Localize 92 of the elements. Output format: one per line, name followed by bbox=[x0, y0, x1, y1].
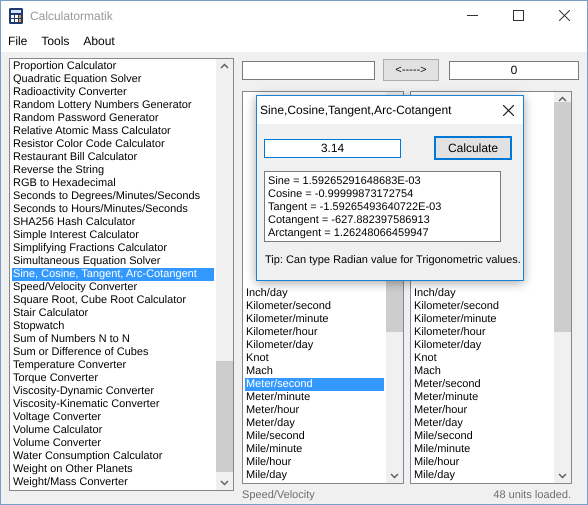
list-item[interactable]: Meter/minute bbox=[245, 391, 384, 404]
list-item[interactable]: Knot bbox=[245, 352, 384, 365]
scrollbar[interactable] bbox=[216, 59, 233, 490]
close-icon bbox=[558, 10, 570, 21]
menu-item[interactable]: Tools bbox=[41, 34, 70, 48]
list-item[interactable]: Torque Converter bbox=[12, 372, 214, 385]
result-field[interactable]: 0 bbox=[449, 60, 579, 80]
list-item[interactable]: Water Consumption Calculator bbox=[12, 450, 214, 463]
close-icon bbox=[502, 104, 514, 116]
list-item[interactable]: Mile/second bbox=[245, 430, 384, 443]
list-item[interactable]: Meter/hour bbox=[413, 404, 552, 417]
list-item[interactable]: Viscosity-Kinematic Converter bbox=[12, 398, 214, 411]
result-line: Cosine = -0.99999873172754 bbox=[268, 188, 414, 201]
list-item[interactable]: Mile/minute bbox=[245, 443, 384, 456]
list-item[interactable]: Simplifying Fractions Calculator bbox=[12, 242, 214, 255]
list-item[interactable]: Volume Calculator bbox=[12, 424, 214, 437]
list-item[interactable]: Mile/minute bbox=[413, 443, 552, 456]
list-item[interactable]: SHA256 Hash Calculator bbox=[12, 216, 214, 229]
result-line: Arctangent = 1.26248066459947 bbox=[268, 227, 430, 240]
list-item[interactable]: Mile/day bbox=[245, 469, 384, 482]
list-item[interactable]: Kilometer/day bbox=[413, 339, 552, 352]
list-item[interactable]: Sum of Numbers N to N bbox=[12, 333, 214, 346]
swap-button[interactable]: <-----> bbox=[383, 59, 439, 81]
list-item[interactable]: Meter/minute bbox=[413, 391, 552, 404]
list-item[interactable]: Kilometer/minute bbox=[413, 313, 552, 326]
list-item[interactable]: Mile/day bbox=[413, 469, 552, 482]
list-item[interactable]: Restaurant Bill Calculator bbox=[12, 151, 214, 164]
result-line: Sine = 1.59265291648683E-03 bbox=[268, 175, 422, 188]
maximize-icon bbox=[512, 10, 524, 21]
scroll-up-icon[interactable] bbox=[220, 63, 229, 69]
list-item[interactable]: Mach bbox=[413, 365, 552, 378]
list-item[interactable]: Seconds to Degrees/Minutes/Seconds bbox=[12, 190, 214, 203]
scroll-up-icon[interactable] bbox=[558, 96, 567, 102]
result-line: Cotangent = -627.882397586913 bbox=[268, 214, 431, 227]
list-item[interactable]: Mach bbox=[245, 365, 384, 378]
list-item[interactable]: Resistor Color Code Calculator bbox=[12, 138, 214, 151]
dialog-title: Sine,Cosine,Tangent,Arc-Cotangent bbox=[260, 103, 452, 117]
list-item[interactable]: Volume Converter bbox=[12, 437, 214, 450]
status-category: Speed/Velocity bbox=[242, 489, 315, 501]
list-item[interactable]: Square Root, Cube Root Calculator bbox=[12, 294, 214, 307]
list-item[interactable]: Inch/day bbox=[245, 287, 384, 300]
list-item[interactable]: Random Lottery Numbers Generator bbox=[12, 99, 214, 112]
list-item[interactable]: Sum or Difference of Cubes bbox=[12, 346, 214, 359]
list-item[interactable]: Temperature Converter bbox=[12, 359, 214, 372]
input-field[interactable] bbox=[242, 60, 375, 80]
list-item[interactable]: Speed/Velocity Converter bbox=[12, 281, 214, 294]
list-item[interactable]: Kilometer/day bbox=[245, 339, 384, 352]
list-item[interactable]: Viscosity-Dynamic Converter bbox=[12, 385, 214, 398]
list-item[interactable]: Radioactivity Converter bbox=[12, 86, 214, 99]
status-count: 48 units loaded. bbox=[493, 489, 571, 501]
list-item[interactable]: Voltage Converter bbox=[12, 411, 214, 424]
list-item[interactable]: Stopwatch bbox=[12, 320, 214, 333]
list-item[interactable]: Quadratic Equation Solver bbox=[12, 73, 214, 86]
list-item[interactable]: Meter/second bbox=[413, 378, 552, 391]
list-item[interactable]: Kilometer/hour bbox=[245, 326, 384, 339]
scroll-down-icon[interactable] bbox=[220, 480, 229, 486]
list-item[interactable]: Meter/day bbox=[245, 417, 384, 430]
list-item[interactable]: Stair Calculator bbox=[12, 307, 214, 320]
menu-item[interactable]: File bbox=[8, 34, 28, 48]
list-item[interactable]: Weight on Other Planets bbox=[12, 463, 214, 476]
calculate-button[interactable]: Calculate bbox=[434, 136, 512, 160]
scroll-down-icon[interactable] bbox=[390, 473, 399, 479]
list-item[interactable]: Simple Interest Calculator bbox=[12, 229, 214, 242]
list-item[interactable]: Inch/day bbox=[413, 287, 552, 300]
list-item[interactable]: Meter/hour bbox=[245, 404, 384, 417]
menu-item[interactable]: About bbox=[83, 34, 115, 48]
list-item[interactable]: Relative Atomic Mass Calculator bbox=[12, 125, 214, 138]
list-item[interactable]: Kilometer/second bbox=[245, 300, 384, 313]
list-item[interactable]: Mile/hour bbox=[413, 456, 552, 469]
list-item[interactable]: Kilometer/minute bbox=[245, 313, 384, 326]
list-item[interactable]: Meter/day bbox=[413, 417, 552, 430]
window-title: Calculatormatik bbox=[30, 8, 114, 22]
list-item[interactable]: Simultaneous Equation Solver bbox=[12, 255, 214, 268]
angle-field[interactable]: 3.14 bbox=[264, 138, 401, 158]
list-item[interactable]: Knot bbox=[413, 352, 552, 365]
scroll-down-icon[interactable] bbox=[558, 473, 567, 479]
list-item[interactable]: Reverse the String bbox=[12, 164, 214, 177]
list-item[interactable]: Seconds to Hours/Minutes/Seconds bbox=[12, 203, 214, 216]
list-item[interactable]: Random Password Generator bbox=[12, 112, 214, 125]
list-item[interactable]: Weight/Mass Converter bbox=[12, 476, 214, 489]
list-item[interactable]: Proportion Calculator bbox=[12, 60, 214, 73]
scrollbar-thumb[interactable] bbox=[216, 360, 233, 472]
scrollbar[interactable] bbox=[554, 92, 571, 483]
scrollbar-thumb[interactable] bbox=[554, 102, 571, 332]
list-item[interactable]: Kilometer/second bbox=[413, 300, 552, 313]
tip-text: Tip: Can type Radian value for Trigonometric values. bbox=[265, 254, 521, 266]
result-line: Tangent = -1.59265493640722E-03 bbox=[268, 201, 442, 214]
list-item[interactable]: RGB to Hexadecimal bbox=[12, 177, 214, 190]
calculator-icon bbox=[9, 8, 23, 24]
list-item[interactable]: Mile/second bbox=[413, 430, 552, 443]
list-item[interactable]: Kilometer/hour bbox=[413, 326, 552, 339]
list-item[interactable]: Mile/hour bbox=[245, 456, 384, 469]
